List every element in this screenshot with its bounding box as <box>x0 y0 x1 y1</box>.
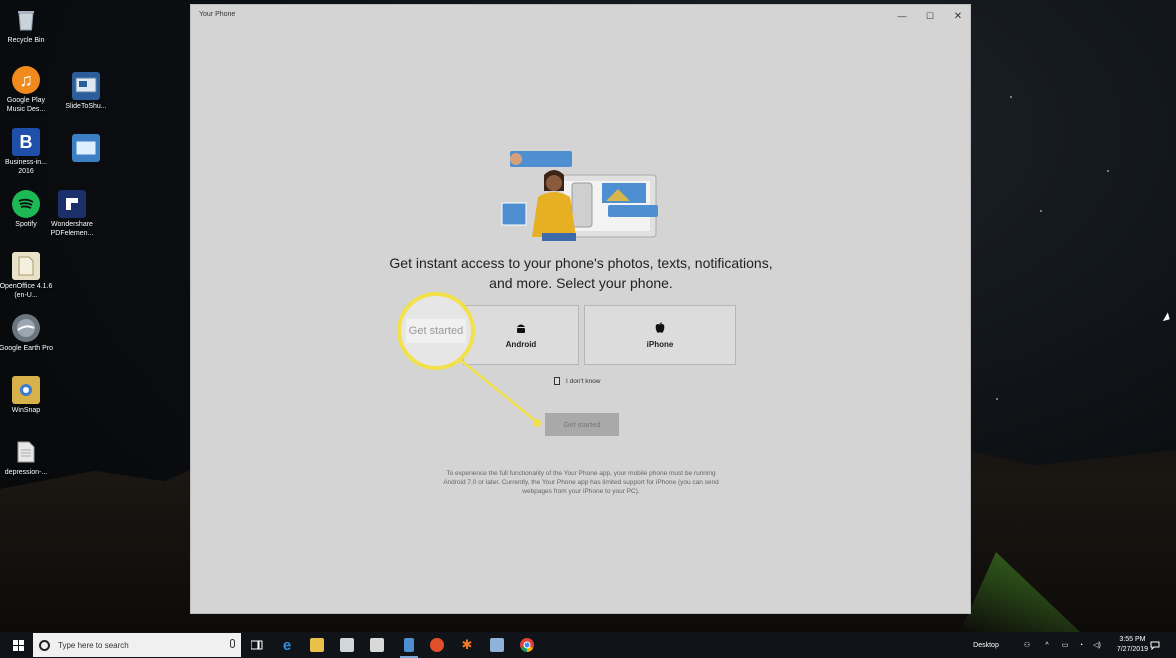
desktop-icon-recycle-bin[interactable]: Recycle Bin <box>0 6 54 45</box>
file-explorer-taskbar-button[interactable] <box>304 632 330 658</box>
close-button[interactable]: ✕ <box>944 7 972 25</box>
mail-icon <box>370 638 384 652</box>
hero-illustration <box>501 151 658 241</box>
iphone-label: iPhone <box>646 339 674 349</box>
task-view-icon <box>251 640 263 650</box>
desktop-icon-document[interactable]: depression-... <box>0 438 54 477</box>
volume-icon[interactable]: ◁) <box>1090 632 1104 658</box>
battery-icon[interactable]: ▭ <box>1058 632 1072 658</box>
spotify-icon <box>12 190 40 218</box>
microphone-icon[interactable] <box>230 639 235 648</box>
chrome-icon <box>520 638 534 652</box>
google-earth-icon <box>12 314 40 342</box>
business-b-icon: B <box>12 128 40 156</box>
store-taskbar-button[interactable] <box>334 632 360 658</box>
pdfelement-icon <box>58 190 86 218</box>
brave-icon <box>430 638 444 652</box>
people-icon[interactable]: ⚇ <box>1020 632 1034 658</box>
network-icon[interactable]: ◔ <box>1074 632 1088 658</box>
recycle-bin-icon <box>12 6 40 34</box>
chrome-taskbar-button[interactable] <box>514 632 540 658</box>
iphone-option[interactable]: iPhone <box>584 305 736 365</box>
android-label: Android <box>505 339 537 349</box>
star <box>1010 96 1012 98</box>
taskbar: Type here to search e ✱ Desktop ⚇ ^ ▭ ◔ … <box>0 632 1176 658</box>
desktop-icon-pdfelement[interactable]: Wondershare PDFelemen... <box>44 190 100 238</box>
edge-taskbar-button[interactable]: e <box>274 632 300 658</box>
android-icon <box>515 322 527 336</box>
star <box>1040 210 1042 212</box>
your-phone-taskbar-button[interactable] <box>396 632 422 658</box>
star <box>1107 170 1109 172</box>
maximize-button[interactable]: ☐ <box>916 7 944 25</box>
desktop-icon-google-earth[interactable]: Google Earth Pro <box>0 314 54 353</box>
task-view-button[interactable] <box>244 632 270 658</box>
callout-text: Get started <box>405 319 467 343</box>
clock[interactable]: 3:55 PM 7/27/2019 <box>1117 635 1148 655</box>
google-play-music-icon: ♫ <box>12 66 40 94</box>
slide-to-shutdown-icon <box>72 72 100 100</box>
snip-taskbar-button[interactable]: ✱ <box>454 632 480 658</box>
search-input[interactable]: Type here to search <box>33 633 241 657</box>
desktop-icon-business[interactable]: B Business-in... 2016 <box>0 128 54 176</box>
android-option[interactable]: Android <box>463 305 579 365</box>
mouse-cursor <box>1162 312 1173 324</box>
snip-icon: ✱ <box>461 637 473 652</box>
dont-know-option[interactable]: I don't know <box>554 377 600 385</box>
edge-icon: e <box>282 636 292 654</box>
desktop-icon-app[interactable] <box>58 134 114 164</box>
brave-taskbar-button[interactable] <box>424 632 450 658</box>
dont-know-label: I don't know <box>566 377 601 385</box>
winsnap-icon <box>12 376 40 404</box>
cortana-icon <box>39 639 50 651</box>
mail-taskbar-button[interactable] <box>364 632 390 658</box>
app-icon <box>72 134 100 162</box>
minimize-button[interactable]: — <box>888 7 916 25</box>
openoffice-icon <box>12 252 40 280</box>
star <box>996 398 998 400</box>
notepad-taskbar-button[interactable] <box>484 632 510 658</box>
window-title: Your Phone <box>199 11 236 18</box>
dont-know-checkbox[interactable] <box>554 377 560 385</box>
store-icon <box>340 638 354 652</box>
disclaimer-text: To experience the full functionality of … <box>443 470 719 495</box>
your-phone-window: Your Phone — ☐ ✕ Get instant access to y… <box>190 4 971 614</box>
windows-icon <box>12 639 24 651</box>
apple-icon <box>654 322 666 336</box>
show-hidden-icons[interactable]: ^ <box>1040 632 1054 658</box>
desktop-icon-google-play-music[interactable]: ♫ Google Play Music Des... <box>0 66 54 114</box>
callout-magnifier: Get started <box>397 292 475 370</box>
get-started-button[interactable]: Get started <box>545 413 619 436</box>
start-button[interactable] <box>4 632 32 658</box>
desktop-icon-slide-to-shutdown[interactable]: SlideToShu... <box>58 72 114 111</box>
headline: Get instant access to your phone's photo… <box>389 255 773 291</box>
search-placeholder: Type here to search <box>58 640 129 650</box>
title-bar: Your Phone — ☐ ✕ <box>191 5 970 25</box>
desktop-toolbar[interactable]: Desktop <box>968 632 1004 658</box>
document-icon <box>12 438 40 466</box>
notepad-icon <box>490 638 504 652</box>
desktop-icon-winsnap[interactable]: WinSnap <box>0 376 54 415</box>
action-center-icon[interactable] <box>1148 632 1162 658</box>
folder-icon <box>310 638 324 652</box>
desktop-icon-openoffice[interactable]: OpenOffice 4.1.6 (en-U... <box>0 252 54 300</box>
phone-icon <box>404 638 414 652</box>
